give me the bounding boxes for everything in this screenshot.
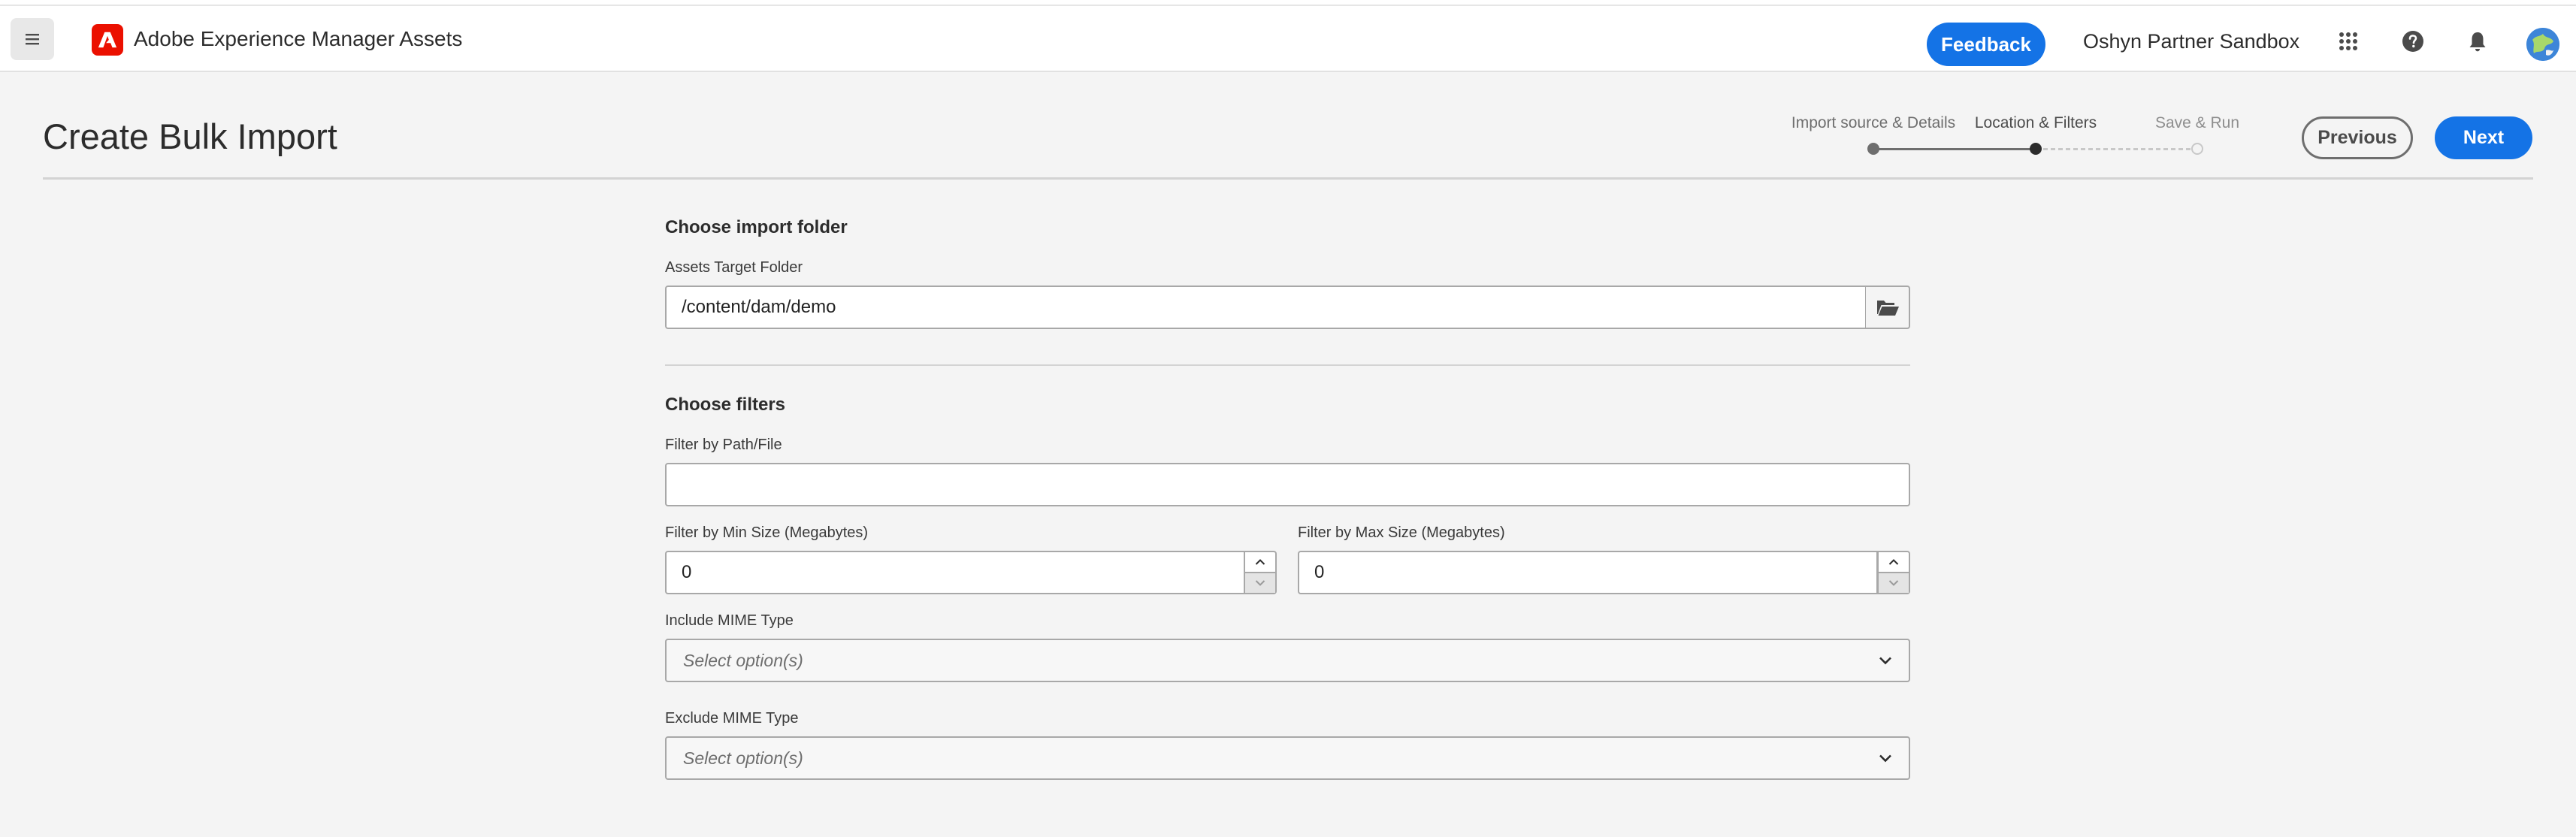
top-navigation-bar: Adobe Experience Manager Assets Feedback… [0, 6, 2576, 72]
browse-folder-button[interactable] [1866, 286, 1910, 329]
include-mime-placeholder: Select option(s) [683, 650, 803, 670]
target-folder-input[interactable]: /content/dam/demo [665, 286, 1867, 329]
max-size-label: Filter by Max Size (Megabytes) [1298, 524, 1505, 541]
min-size-increment-button[interactable] [1245, 552, 1275, 572]
chevron-down-icon [1255, 580, 1265, 586]
menu-button[interactable] [11, 18, 54, 60]
wizard-step-import-source[interactable]: Import source & Details [1791, 114, 1955, 132]
wizard-step-dot-current [2030, 143, 2042, 155]
app-title[interactable]: Adobe Experience Manager Assets [134, 26, 462, 53]
max-size-increment-button[interactable] [1879, 552, 1909, 572]
wizard-step-dot-upcoming [2191, 143, 2203, 155]
path-filter-input[interactable] [665, 463, 1910, 506]
include-mime-label: Include MIME Type [665, 612, 794, 629]
min-size-stepper [1244, 551, 1277, 594]
max-size-decrement-button[interactable] [1879, 572, 1909, 593]
folder-open-icon [1876, 301, 1899, 316]
target-folder-value: /content/dam/demo [682, 297, 836, 317]
wizard-step-dot-completed [1867, 143, 1879, 155]
bell-icon[interactable] [2465, 29, 2490, 54]
chevron-up-icon [1888, 559, 1899, 565]
section-divider [665, 364, 1910, 366]
next-button[interactable]: Next [2435, 116, 2532, 159]
org-switcher[interactable]: Oshyn Partner Sandbox [2083, 30, 2299, 53]
apps-grid-icon[interactable] [2336, 29, 2361, 54]
exclude-mime-select[interactable]: Select option(s) [665, 736, 1910, 780]
adobe-logo-icon[interactable] [92, 24, 123, 56]
filters-section-title: Choose filters [665, 394, 786, 415]
chevron-down-icon [1879, 754, 1891, 763]
header-divider [43, 177, 2533, 180]
chevron-down-icon [1888, 580, 1899, 586]
min-size-label: Filter by Min Size (Megabytes) [665, 524, 869, 541]
wizard-progress-line-pending [2036, 148, 2197, 150]
min-size-decrement-button[interactable] [1245, 572, 1275, 593]
target-folder-label: Assets Target Folder [665, 259, 803, 276]
import-folder-section-title: Choose import folder [665, 217, 848, 237]
feedback-button[interactable]: Feedback [1927, 23, 2045, 66]
exclude-mime-label: Exclude MIME Type [665, 710, 799, 727]
min-size-value: 0 [682, 562, 692, 582]
menu-icon [26, 34, 39, 45]
chevron-up-icon [1255, 559, 1265, 565]
top-strip [0, 0, 2576, 6]
chevron-down-icon [1879, 657, 1891, 665]
max-size-input[interactable]: 0 [1298, 551, 1878, 594]
path-filter-label: Filter by Path/File [665, 437, 782, 453]
help-icon[interactable] [2400, 29, 2426, 54]
previous-button[interactable]: Previous [2302, 116, 2413, 159]
wizard-step-location-filters[interactable]: Location & Filters [1975, 114, 2097, 132]
max-size-value: 0 [1314, 562, 1325, 582]
wizard-progress-line-done [1873, 148, 2036, 150]
exclude-mime-placeholder: Select option(s) [683, 748, 803, 768]
include-mime-select[interactable]: Select option(s) [665, 639, 1910, 682]
wizard-step-save-run[interactable]: Save & Run [2155, 114, 2239, 132]
page-title: Create Bulk Import [43, 116, 337, 156]
max-size-stepper [1877, 551, 1910, 594]
min-size-input[interactable]: 0 [665, 551, 1245, 594]
avatar[interactable] [2526, 28, 2559, 61]
